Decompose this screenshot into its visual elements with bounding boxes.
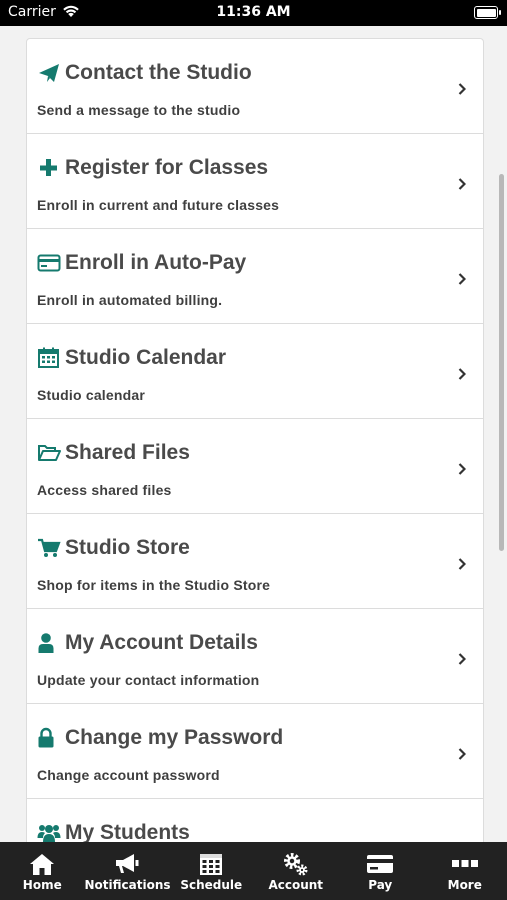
chevron-right-icon [458, 463, 466, 475]
menu-item-register-classes[interactable]: Register for Classes Enroll in current a… [27, 134, 483, 229]
status-time: 11:36 AM [216, 4, 291, 20]
chevron-right-icon [458, 273, 466, 285]
menu-item-shared-files[interactable]: Shared Files Access shared files [27, 419, 483, 514]
menu-item-title: My Students [65, 821, 190, 842]
menu-item-change-password[interactable]: Change my Password Change account passwo… [27, 704, 483, 799]
credit-card-icon [366, 852, 394, 876]
users-icon [37, 822, 61, 842]
menu-item-studio-calendar[interactable]: Studio Calendar Studio calendar [27, 324, 483, 419]
menu-item-subtitle: Change account password [37, 767, 220, 783]
chevron-right-icon [458, 83, 466, 95]
menu-item-title: Register for Classes [65, 156, 269, 179]
tab-label: Pay [368, 878, 393, 892]
menu-item-account-details[interactable]: My Account Details Update your contact i… [27, 609, 483, 704]
menu-item-subtitle: Update your contact information [37, 672, 260, 688]
scrollbar[interactable] [499, 174, 504, 551]
chevron-right-icon [458, 558, 466, 570]
menu-item-subtitle: Studio calendar [37, 387, 146, 403]
tab-pay[interactable]: Pay [338, 842, 423, 900]
shopping-cart-icon [37, 537, 61, 559]
credit-card-icon [37, 252, 61, 274]
menu-item-subtitle: Access shared files [37, 482, 172, 498]
tab-account[interactable]: Account [254, 842, 339, 900]
megaphone-icon [113, 852, 141, 876]
tab-label: Account [268, 878, 324, 892]
battery-icon [474, 6, 501, 19]
tab-label: Schedule [180, 878, 243, 892]
tab-notifications[interactable]: Notifications [84, 842, 171, 900]
tab-label: More [447, 878, 482, 892]
folder-open-icon [37, 442, 61, 464]
status-bar: Carrier 11:36 AM [0, 0, 507, 26]
menu-list: Contact the Studio Send a message to the… [26, 38, 484, 842]
menu-item-title: Studio Calendar [65, 346, 227, 369]
gears-icon [282, 852, 310, 876]
home-icon [28, 852, 56, 876]
menu-item-subtitle: Enroll in automated billing. [37, 292, 223, 308]
calendar-icon [37, 347, 61, 369]
tab-schedule[interactable]: Schedule [169, 842, 254, 900]
menu-item-enroll-autopay[interactable]: Enroll in Auto-Pay Enroll in automated b… [27, 229, 483, 324]
menu-item-title: Studio Store [65, 536, 190, 559]
menu-item-subtitle: Shop for items in the Studio Store [37, 577, 271, 593]
menu-item-studio-store[interactable]: Studio Store Shop for items in the Studi… [27, 514, 483, 609]
plus-icon [37, 157, 61, 179]
menu-item-title: Enroll in Auto-Pay [65, 251, 247, 274]
paper-plane-icon [37, 62, 61, 84]
menu-item-title: My Account Details [65, 631, 258, 654]
lock-icon [37, 727, 61, 749]
tab-label: Home [22, 878, 62, 892]
menu-item-subtitle: Send a message to the studio [37, 102, 241, 118]
user-icon [37, 632, 61, 654]
chevron-right-icon [458, 178, 466, 190]
menu-item-my-students[interactable]: My Students [27, 799, 483, 842]
chevron-right-icon [458, 748, 466, 760]
tab-more[interactable]: More [423, 842, 507, 900]
tab-bar: Home Notifications Schedule Account Pay … [0, 842, 507, 900]
menu-item-contact-studio[interactable]: Contact the Studio Send a message to the… [27, 39, 483, 134]
menu-item-title: Contact the Studio [65, 61, 252, 84]
menu-item-title: Shared Files [65, 441, 190, 464]
tab-home[interactable]: Home [0, 842, 85, 900]
menu-item-title: Change my Password [65, 726, 284, 749]
menu-item-subtitle: Enroll in current and future classes [37, 197, 280, 213]
tab-label: Notifications [84, 878, 171, 892]
calendar-grid-icon [197, 852, 225, 876]
chevron-right-icon [458, 653, 466, 665]
main-content[interactable]: Contact the Studio Send a message to the… [0, 26, 507, 842]
chevron-right-icon [458, 368, 466, 380]
ellipsis-icon [451, 852, 479, 876]
